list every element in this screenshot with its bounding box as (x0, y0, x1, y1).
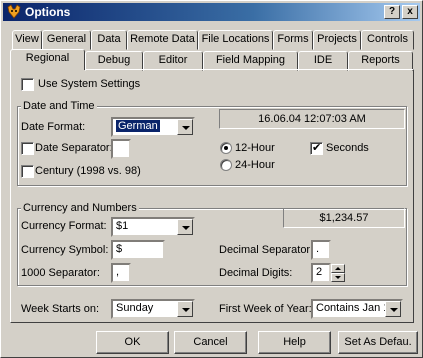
currency-symbol-label: Currency Symbol: (21, 244, 109, 256)
tab-remote-data[interactable]: Remote Data (127, 30, 198, 50)
seconds-checkbox[interactable] (310, 141, 323, 155)
foxpro-app-icon (7, 4, 21, 19)
date-separator-input[interactable] (111, 139, 131, 159)
12-hour-radio[interactable] (220, 142, 232, 154)
currency-format-label: Currency Format: (21, 220, 107, 232)
1000-separator-label: 1000 Separator: (21, 267, 100, 279)
close-title-button[interactable]: x (402, 5, 418, 19)
use-system-settings-checkbox[interactable] (21, 78, 34, 91)
date-format-label: Date Format: (21, 121, 86, 133)
tab-field-mapping[interactable]: Field Mapping (203, 51, 298, 71)
chevron-down-icon[interactable] (385, 301, 401, 317)
help-button[interactable]: Help (258, 331, 331, 354)
tab-regional[interactable]: Regional (10, 49, 85, 70)
date-preview: 16.06.04 12:07:03 AM (219, 109, 405, 129)
tab-editor[interactable]: Editor (143, 51, 203, 71)
cancel-button[interactable]: Cancel (174, 331, 247, 354)
options-dialog: Options ? x View General Data Remote Dat… (0, 0, 423, 358)
set-as-default-button[interactable]: Set As Defau. (338, 331, 418, 354)
decimal-digits-spinner[interactable] (331, 264, 345, 282)
date-separator-checkbox[interactable] (21, 142, 34, 155)
decimal-separator-label: Decimal Separator: (219, 244, 314, 256)
century-label: Century (1998 vs. 98) (35, 165, 141, 177)
title-bar[interactable]: Options ? x (3, 3, 420, 21)
tab-view[interactable]: View (12, 30, 42, 50)
decimal-digits-label: Decimal Digits: (219, 267, 293, 279)
date-format-value: German (116, 120, 160, 132)
week-starts-value: Sunday (116, 302, 154, 314)
24-hour-radio[interactable] (220, 159, 232, 171)
first-week-label: First Week of Year: (219, 303, 312, 315)
close-icon: x (407, 6, 413, 17)
tab-controls[interactable]: Controls (361, 30, 414, 50)
currency-group-label: Currency and Numbers (21, 202, 139, 214)
date-format-select[interactable]: German (111, 117, 195, 137)
help-title-button[interactable]: ? (384, 5, 400, 19)
spin-down-icon[interactable] (331, 273, 345, 282)
chevron-down-icon[interactable] (177, 219, 193, 235)
question-icon: ? (388, 6, 396, 17)
use-system-settings-label: Use System Settings (38, 78, 141, 90)
seconds-label: Seconds (326, 142, 369, 154)
tab-projects[interactable]: Projects (313, 30, 361, 50)
chevron-down-icon[interactable] (177, 119, 193, 135)
tab-data[interactable]: Data (91, 30, 127, 50)
tab-file-locations[interactable]: File Locations (198, 30, 273, 50)
decimal-separator-input[interactable]: . (311, 240, 331, 260)
date-separator-label: Date Separator: (35, 142, 113, 154)
tab-forms[interactable]: Forms (273, 30, 313, 50)
tab-reports[interactable]: Reports (348, 51, 413, 71)
date-time-group-label: Date and Time (21, 100, 97, 112)
24-hour-label: 24-Hour (235, 159, 275, 171)
currency-symbol-input[interactable]: $ (111, 240, 165, 260)
decimal-digits-input[interactable]: 2 (311, 263, 331, 283)
first-week-value: Contains Jan 1 (316, 302, 390, 314)
ok-button[interactable]: OK (96, 331, 169, 354)
tab-ide[interactable]: IDE (298, 51, 348, 71)
century-checkbox[interactable] (21, 165, 34, 178)
chevron-down-icon[interactable] (177, 301, 193, 317)
tab-debug[interactable]: Debug (85, 51, 143, 71)
first-week-select[interactable]: Contains Jan 1 (311, 299, 403, 319)
currency-preview: $1,234.57 (283, 208, 405, 228)
window-title: Options (25, 5, 71, 19)
currency-format-value: $1 (116, 220, 129, 232)
spin-up-icon[interactable] (331, 264, 345, 273)
week-starts-label: Week Starts on: (21, 303, 100, 315)
tab-general[interactable]: General (42, 30, 91, 50)
1000-separator-input[interactable]: , (111, 263, 131, 283)
12-hour-label: 12-Hour (235, 142, 275, 154)
currency-format-select[interactable]: $1 (111, 217, 195, 237)
week-starts-select[interactable]: Sunday (111, 299, 195, 319)
